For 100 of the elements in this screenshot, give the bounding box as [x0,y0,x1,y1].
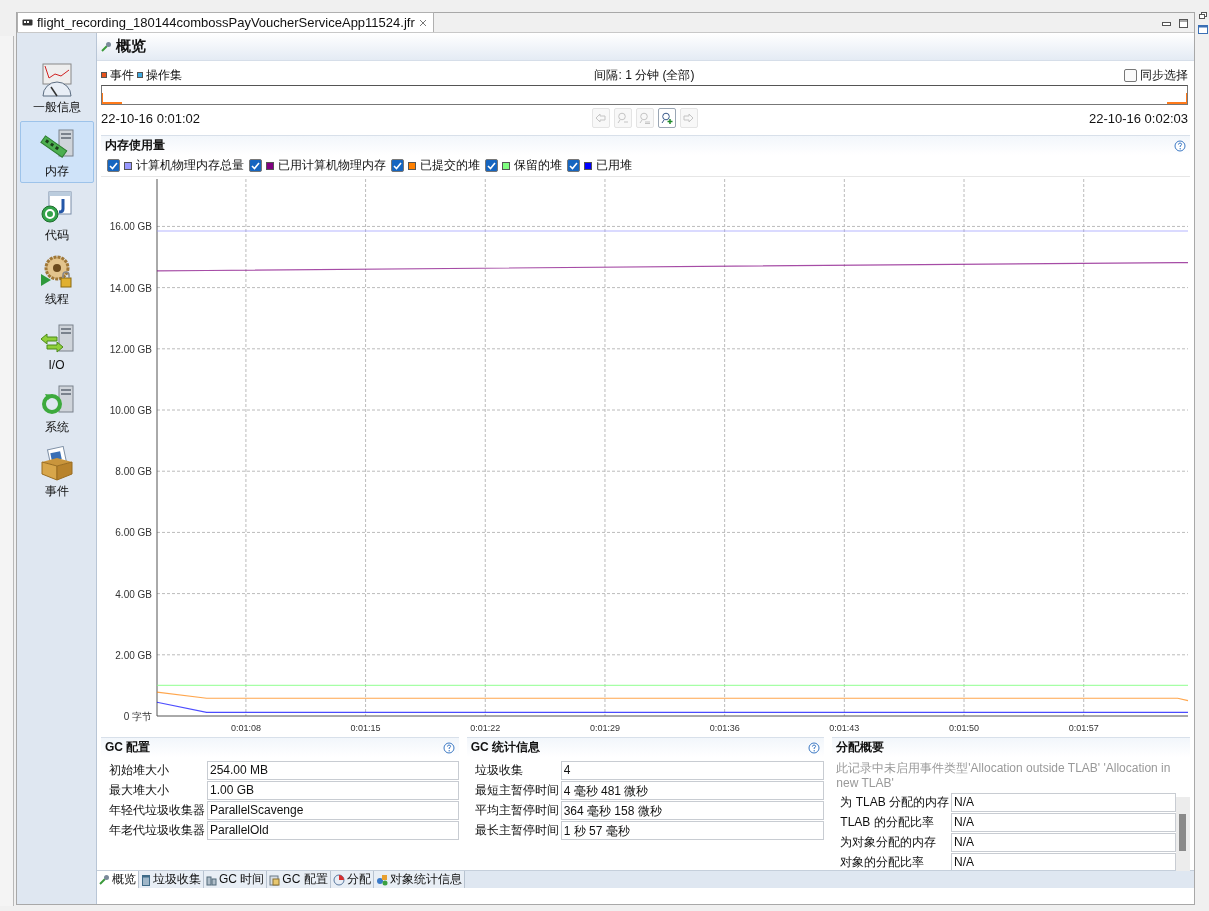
help-icon [808,741,821,754]
window-icon[interactable] [1198,25,1208,34]
start-time: 22-10-16 0:01:02 [101,110,202,126]
tools-icon [101,41,112,52]
legend-label: 计算机物理内存总量 [136,157,244,174]
magnifier-plus-icon [660,112,673,124]
sidebar-item[interactable]: 系统 [19,377,94,439]
info-message: 此记录中未启用事件类型'Allocation outside TLAB' 'Allocation in new TLAB' [835,760,1172,792]
sidebar-item[interactable]: I/O [19,313,94,375]
legend-label: 保留的堆 [514,157,562,174]
field-label: 最短主暂停时间 [474,782,560,799]
box-icon [38,446,75,482]
checkbox-label: 同步选择 [1140,66,1188,84]
bottom-tab[interactable]: GC 时间 [204,871,268,888]
tick-label: 0:01:08 [230,723,261,733]
event-mark [1167,93,1187,104]
tick-label: 0:01:50 [949,723,980,733]
interval-label: 间隔: 1 分钟 (全部) [593,66,696,84]
tick-label: 10.00 GB [109,405,152,416]
value-field: ParallelOld [207,821,459,840]
sidebar-item[interactable]: 线程 [19,249,94,311]
value-field: 364 毫秒 158 微秒 [560,801,825,820]
checkbox[interactable] [391,159,404,172]
checkbox[interactable] [1124,68,1137,82]
sidebar-item[interactable]: 代码 [19,185,94,247]
code-window-icon [38,190,75,226]
field-label: 年老代垃圾收集器 [109,822,206,839]
right-arrow-icon [683,113,694,123]
field-label: 最大堆大小 [109,782,170,799]
tick-label: 0:01:36 [709,723,740,733]
bottom-tab[interactable]: 垃圾收集 [139,871,204,888]
help-icon [442,741,455,754]
checkbox[interactable] [567,159,580,172]
pie-icon [332,873,345,886]
sidebar-item[interactable]: 一般信息 [19,57,94,119]
tick-label: 14.00 GB [109,282,152,294]
checkbox[interactable] [107,159,120,172]
end-time: 22-10-16 0:02:03 [1087,110,1188,126]
legend-label: 已用计算机物理内存 [278,157,386,174]
page-title: 概览 [116,37,146,56]
value-field: N/A [951,813,1176,832]
left-arrow-icon [595,113,606,123]
sidebar-item[interactable]: 事件 [19,441,94,503]
maximize-icon[interactable] [1179,19,1188,28]
help-icon [1174,139,1186,152]
field-label: TLAB 的分配比率 [840,814,935,831]
field-label: 垃圾收集 [474,762,524,779]
bottom-tab[interactable]: 分配 [330,871,374,888]
event-mark [102,93,122,104]
value-field: N/A [951,833,1176,852]
tick-label: 0:01:57 [1068,723,1099,733]
legend-label: 事件 [110,66,134,84]
trash-icon [141,873,151,886]
tick-label: 16.00 GB [109,221,152,233]
tick-label: 0:01:22 [470,723,501,733]
magnifier-icon [616,112,629,124]
close-icon[interactable] [418,18,427,27]
tick-label: 12.00 GB [109,343,152,355]
bottom-tab[interactable]: GC 配置 [267,871,331,888]
recording-icon [22,19,33,26]
section-title: 内存使用量 [105,137,165,154]
gear-lock-icon [38,254,75,290]
tick-label: 6.00 GB [115,527,152,539]
bottom-tab[interactable]: 概览 [97,871,139,888]
nav-button[interactable] [657,108,676,128]
range-selector[interactable] [101,85,1188,105]
value-field: 4 [560,761,825,780]
checkbox[interactable] [249,159,262,172]
tick-label: 0:01:29 [589,723,620,733]
section-title: GC 统计信息 [470,739,540,756]
legend-label: 已用堆 [596,157,632,174]
tick-label: 0:01:43 [829,723,860,733]
legend-label: 操作集 [146,66,182,84]
field-label: 为 TLAB 分配的内存 [840,794,950,811]
editor-tab[interactable]: flight_recording_180144combossPayVoucherServiceApp11524.jfr [17,12,434,32]
minimize-icon[interactable] [1162,21,1171,26]
section-title: GC 配置 [105,739,151,756]
field-label: 平均主暂停时间 [474,802,560,819]
sidebar-item[interactable]: 内存 [19,121,94,183]
field-label: 对象的分配比率 [840,854,926,871]
bottom-tab[interactable]: 对象统计信息 [373,871,465,888]
field-label: 年轻代垃圾收集器 [109,802,206,819]
checkbox[interactable] [485,159,498,172]
section-title: 分配概要 [836,739,885,756]
value-field: ParallelScavenge [207,801,459,820]
tick-label: 0 字节 [123,711,152,722]
bins-icon [206,873,217,886]
magnifier-icon [638,112,651,124]
field-label: 初始堆大小 [109,762,170,779]
restore-icon[interactable] [1199,12,1207,19]
tick-label: 4.00 GB [115,588,152,600]
tick-label: 8.00 GB [115,466,152,478]
value-field: 4 毫秒 481 微秒 [560,781,825,800]
shapes-icon [375,873,388,886]
clipboard-icon [269,873,281,886]
value-field: 1.00 GB [207,781,459,800]
value-field: 254.00 MB [207,761,459,780]
value-field: N/A [951,793,1176,812]
field-label: 最长主暂停时间 [474,822,560,839]
tools-icon [99,874,110,885]
